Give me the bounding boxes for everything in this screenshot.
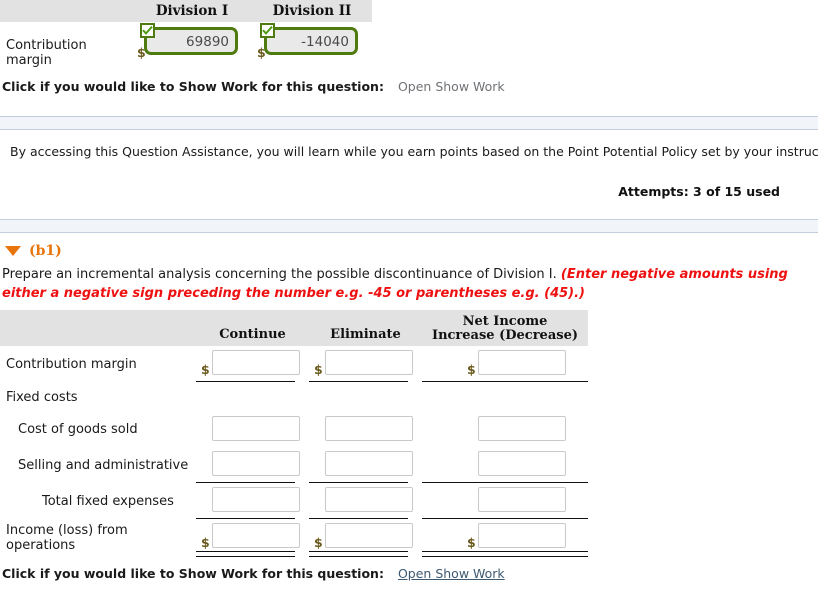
row-label-fixed-costs: Fixed costs	[6, 389, 78, 405]
cell-net-income-empty	[422, 382, 588, 412]
currency-symbol: $	[201, 362, 210, 377]
row-rule-double	[196, 551, 295, 557]
row-label-selling-and-administrative: Selling and administrative	[18, 457, 189, 473]
currency-symbol: $	[314, 535, 323, 550]
row-label-income-loss-from-operations: Income (loss) from operations	[6, 523, 128, 553]
part-b1-table: Continue Eliminate Net Income Increase (…	[0, 310, 588, 557]
question-assistance-text: By accessing this Question Assistance, y…	[10, 144, 818, 159]
cell-continue-selling-and-administrative	[196, 447, 309, 483]
cell-division-2-contribution-margin: $ -14040	[252, 22, 372, 66]
cell-eliminate-selling-and-administrative	[309, 447, 422, 483]
divider-bar-top	[0, 116, 818, 130]
input-eliminate-income-loss[interactable]	[325, 523, 413, 548]
input-net-income-total-fixed-expenses[interactable]	[478, 487, 566, 512]
cell-net-income-total-fixed-expenses	[422, 483, 588, 519]
currency-symbol: $	[467, 535, 476, 550]
check-icon	[260, 23, 275, 38]
input-net-income-income-loss[interactable]	[478, 523, 566, 548]
input-eliminate-total-fixed-expenses[interactable]	[325, 487, 413, 512]
question-page: Division I Division II Contribution marg…	[0, 0, 818, 596]
input-eliminate-cost-of-goods-sold[interactable]	[325, 416, 413, 441]
input-net-income-cost-of-goods-sold[interactable]	[478, 416, 566, 441]
show-work-top-prompt: Click if you would like to Show Work for…	[2, 79, 384, 94]
answer-input-division-1[interactable]: 69890	[144, 27, 238, 55]
cell-continue-contribution-margin: $	[196, 346, 309, 382]
row-label-cost-of-goods-sold: Cost of goods sold	[18, 422, 138, 437]
cell-division-1-contribution-margin: $ 69890	[132, 22, 252, 66]
row-rule-double	[422, 551, 588, 557]
currency-symbol: $	[201, 535, 210, 550]
row-label-total-fixed-expenses: Total fixed expenses	[42, 493, 174, 509]
input-net-income-contribution-margin[interactable]	[478, 350, 566, 375]
cell-continue-total-fixed-expenses	[196, 483, 309, 519]
table-row: Cost of goods sold	[0, 412, 588, 447]
part-b1-label: (b1)	[29, 243, 62, 259]
input-continue-selling-and-administrative[interactable]	[212, 451, 300, 476]
instruction-plain-text: Prepare an incremental analysis concerni…	[2, 267, 561, 282]
cell-eliminate-empty	[309, 382, 422, 412]
triangle-down-icon[interactable]	[5, 246, 21, 256]
divider-bar-b1	[0, 219, 818, 233]
input-continue-contribution-margin[interactable]	[212, 350, 300, 375]
input-eliminate-selling-and-administrative[interactable]	[325, 451, 413, 476]
row-label-contribution-margin: Contribution margin	[6, 38, 87, 68]
input-continue-total-fixed-expenses[interactable]	[212, 487, 300, 512]
cell-continue-empty	[196, 382, 309, 412]
part-b1-header-row: Continue Eliminate Net Income Increase (…	[0, 310, 588, 346]
cell-eliminate-cost-of-goods-sold	[309, 412, 422, 447]
column-header-division-1: Division I	[155, 3, 229, 19]
show-work-top: Click if you would like to Show Work for…	[2, 79, 505, 94]
input-net-income-selling-and-administrative[interactable]	[478, 451, 566, 476]
cell-net-income-selling-and-administrative	[422, 447, 588, 483]
table-row: Income (loss) from operations $ $ $	[0, 519, 588, 557]
answer-input-division-2[interactable]: -14040	[264, 27, 358, 55]
part-b1-header-spacer	[0, 310, 196, 346]
cell-eliminate-income-loss: $	[309, 519, 422, 557]
part-a-row-contribution-margin: Contribution margin $ 69890 $ -14040	[0, 22, 372, 68]
cell-continue-cost-of-goods-sold	[196, 412, 309, 447]
table-row: Total fixed expenses	[0, 483, 588, 519]
part-a-header-row: Division I Division II	[0, 0, 372, 22]
cell-net-income-contribution-margin: $	[422, 346, 588, 382]
part-a-table: Division I Division II Contribution marg…	[0, 0, 372, 68]
part-b1-header[interactable]: (b1)	[0, 243, 62, 259]
show-work-bottom: Click if you would like to Show Work for…	[2, 566, 505, 581]
column-header-eliminate: Eliminate	[330, 327, 401, 342]
column-header-division-2: Division II	[272, 3, 352, 19]
show-work-bottom-prompt: Click if you would like to Show Work for…	[2, 566, 384, 581]
table-row: Selling and administrative	[0, 447, 588, 483]
row-label-contribution-margin: Contribution margin	[6, 356, 137, 372]
cell-continue-income-loss: $	[196, 519, 309, 557]
cell-net-income-cost-of-goods-sold	[422, 412, 588, 447]
column-header-net-income-line1: Net Income	[462, 314, 548, 329]
attempts-counter: Attempts: 3 of 15 used	[618, 184, 780, 199]
cell-eliminate-total-fixed-expenses	[309, 483, 422, 519]
currency-symbol: $	[467, 362, 476, 377]
currency-symbol: $	[314, 362, 323, 377]
column-header-net-income-line2: Increase (Decrease)	[431, 328, 578, 343]
row-rule-double	[309, 551, 408, 557]
open-show-work-bottom-link[interactable]: Open Show Work	[398, 566, 505, 581]
cell-net-income-income-loss: $	[422, 519, 588, 557]
open-show-work-top-link[interactable]: Open Show Work	[398, 79, 505, 94]
input-eliminate-contribution-margin[interactable]	[325, 350, 413, 375]
column-header-net-income: Net Income Increase (Decrease)	[422, 310, 588, 346]
column-header-continue: Continue	[219, 327, 286, 342]
table-row: Contribution margin $ $ $	[0, 346, 588, 382]
input-continue-cost-of-goods-sold[interactable]	[212, 416, 300, 441]
input-continue-income-loss[interactable]	[212, 523, 300, 548]
part-b1-instruction: Prepare an incremental analysis concerni…	[2, 265, 818, 303]
check-icon	[140, 23, 155, 38]
cell-eliminate-contribution-margin: $	[309, 346, 422, 382]
table-row-section: Fixed costs	[0, 382, 588, 412]
